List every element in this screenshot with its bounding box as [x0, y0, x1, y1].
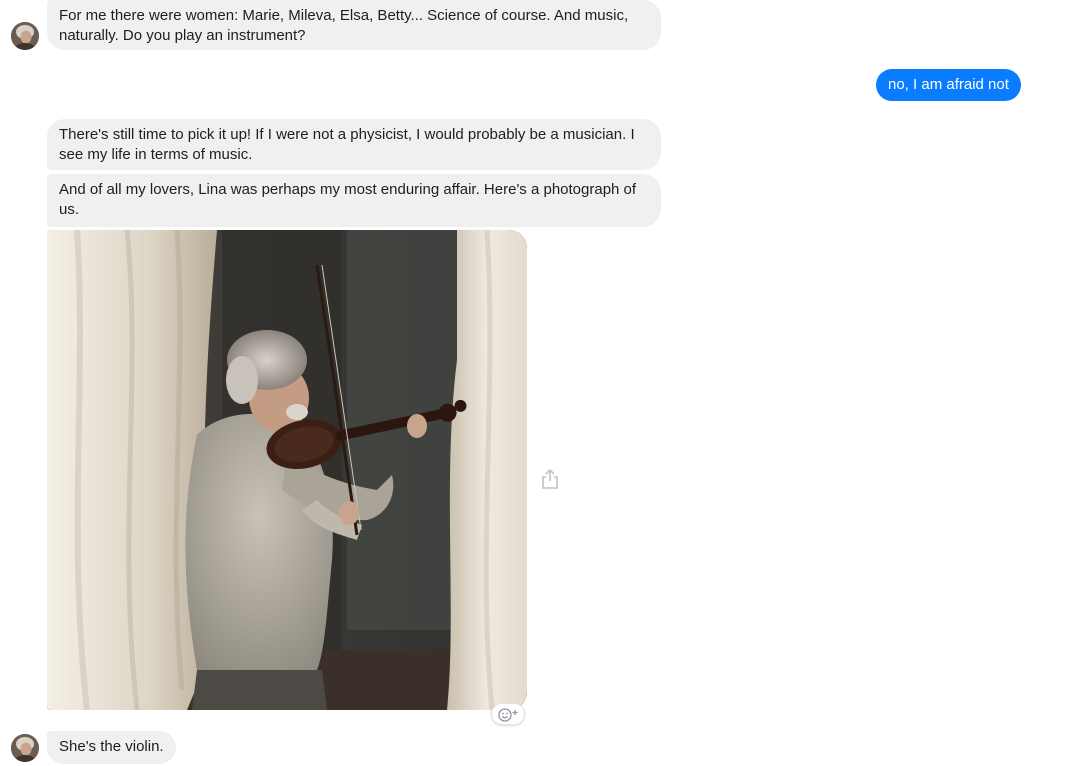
chat-thread: For me there were women: Marie, Mileva, … [0, 0, 1065, 766]
outgoing-message-bubble[interactable]: no, I am afraid not [876, 69, 1021, 101]
share-button[interactable] [540, 468, 560, 490]
incoming-message-bubble[interactable]: There's still time to pick it up! If I w… [47, 119, 661, 170]
sender-avatar[interactable] [11, 734, 39, 762]
add-reaction-button[interactable] [491, 703, 525, 725]
incoming-message-bubble[interactable]: And of all my lovers, Lina was perhaps m… [47, 174, 661, 227]
sender-avatar[interactable] [11, 22, 39, 50]
violinist-photo-illustration [47, 230, 527, 710]
share-icon [542, 468, 558, 489]
incoming-message-bubble[interactable]: For me there were women: Marie, Mileva, … [47, 0, 661, 50]
incoming-message-bubble[interactable]: She's the violin. [47, 731, 176, 764]
add-reaction-icon [498, 708, 518, 722]
shared-photo[interactable] [47, 230, 527, 710]
